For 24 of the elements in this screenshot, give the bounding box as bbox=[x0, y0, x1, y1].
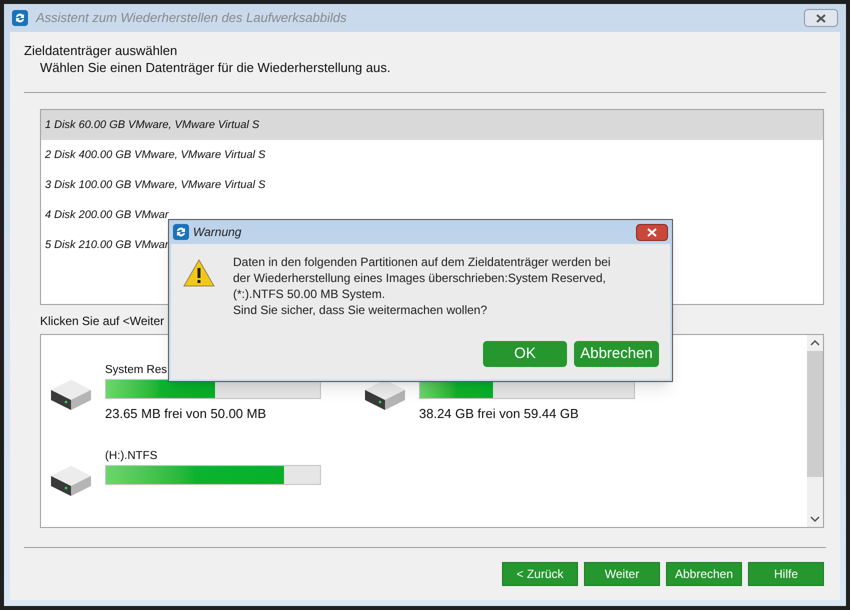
dialog-button[interactable]: Abbrechen bbox=[574, 341, 659, 367]
partition-name: System Res bbox=[105, 364, 167, 376]
app-logo-icon bbox=[12, 10, 28, 26]
window-title: Assistent zum Wiederherstellen des Laufwerksabbilds bbox=[36, 9, 347, 28]
wizard-button[interactable]: < Zurück bbox=[502, 562, 578, 586]
disk-list-item[interactable]: 1 Disk 60.00 GB VMware, VMware Virtual S bbox=[41, 110, 823, 140]
wizard-button[interactable]: Hilfe bbox=[748, 562, 824, 586]
warning-icon bbox=[183, 258, 215, 288]
wizard-button[interactable]: Abbrechen bbox=[666, 562, 742, 586]
dialog-button[interactable]: OK bbox=[483, 341, 567, 367]
close-button[interactable] bbox=[804, 9, 838, 27]
close-button[interactable] bbox=[636, 224, 668, 240]
partition-name: (H:).NTFS bbox=[105, 450, 158, 462]
scrollbar[interactable] bbox=[807, 335, 823, 527]
close-icon bbox=[647, 228, 657, 236]
free-space-text: 23.65 MB frei von 50.00 MB bbox=[105, 406, 266, 421]
app-logo-icon bbox=[173, 224, 189, 240]
step-description: Wählen Sie einen Datenträger für die Wiederherstellung aus. bbox=[39, 59, 392, 76]
close-icon bbox=[816, 14, 826, 22]
instruction-text: Klicken Sie auf <Weiter bbox=[40, 313, 166, 330]
free-space-text: 38.24 GB frei von 59.44 GB bbox=[419, 406, 579, 421]
wizard-button[interactable]: Weiter bbox=[584, 562, 660, 586]
warning-message: Daten in den folgenden Partitionen auf dem Zieldatenträger werden bei der Wiederherstellung eines Images überschrieben:System Reserved, (*:).NTFS 50.00 MB System. Sind Sie sicher, dass Sie weitermachen wollen? bbox=[233, 254, 611, 318]
step-heading: Zieldatenträger auswählen bbox=[24, 42, 178, 59]
